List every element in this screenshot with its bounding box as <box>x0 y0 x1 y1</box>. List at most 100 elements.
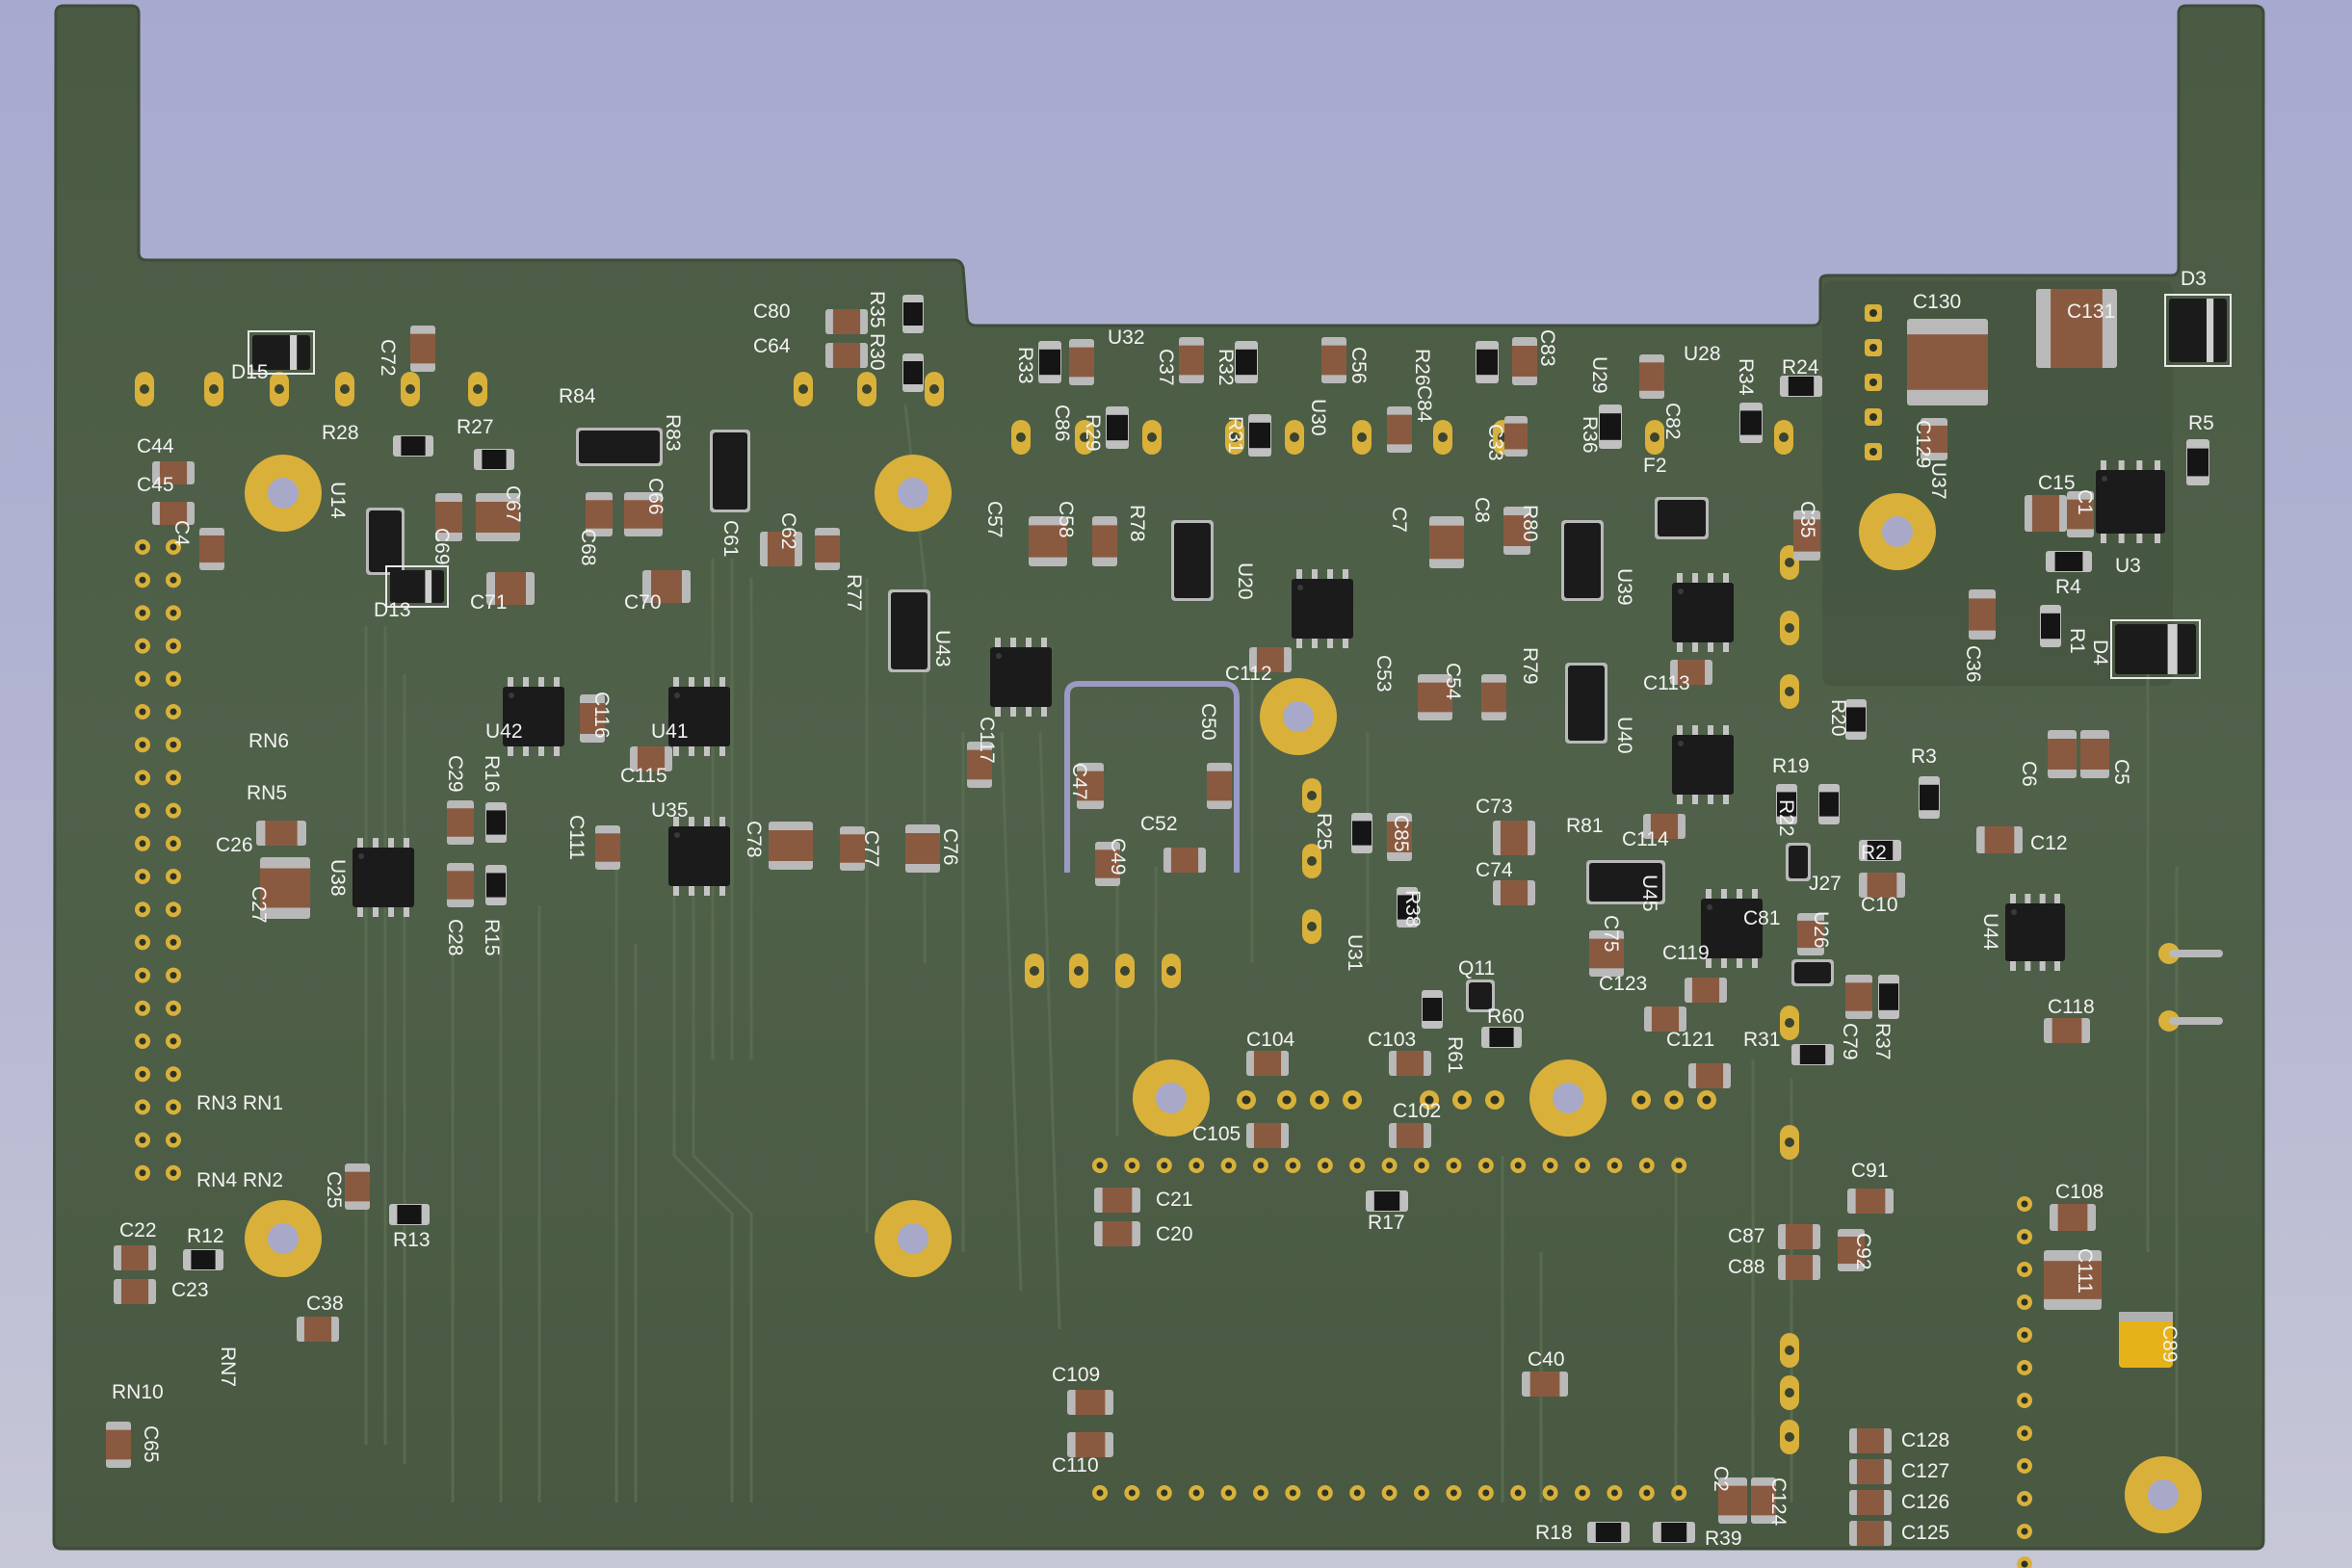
silk-label: D3 <box>2181 268 2207 290</box>
silk-label: C49 <box>1107 838 1129 875</box>
silk-label: D4 <box>2089 640 2111 666</box>
silk-label: U43 <box>931 630 954 667</box>
silk-label: R38 <box>1401 890 1424 928</box>
silk-label: R29 <box>1082 414 1104 452</box>
silk-label: U39 <box>1613 568 1635 606</box>
component-c62 <box>815 528 840 570</box>
silk-label: U14 <box>327 482 349 519</box>
silk-label: R35 <box>866 291 888 328</box>
component-f2 <box>1655 497 1709 539</box>
component-c23 <box>114 1279 156 1304</box>
silk-label: C12 <box>2030 832 2068 854</box>
component-d4 <box>2110 619 2201 679</box>
component-c20 <box>1094 1221 1140 1246</box>
silk-label: R80 <box>1519 505 1541 542</box>
component-c4 <box>199 528 224 570</box>
silk-label: C61 <box>719 520 742 558</box>
silk-label: C4 <box>170 520 193 546</box>
silk-label: R33 <box>1014 347 1036 384</box>
component-c76 <box>905 824 940 873</box>
component-c130 <box>1907 319 1988 405</box>
silk-label: C6 <box>2018 761 2040 787</box>
silk-label: RN1 <box>243 1092 283 1114</box>
component-u26 <box>1791 959 1834 986</box>
silk-label: C124 <box>1767 1477 1790 1527</box>
component-c103 <box>1389 1051 1431 1076</box>
silk-label: R83 <box>662 414 684 452</box>
component-r24 <box>1780 376 1822 397</box>
silk-label: U40 <box>1613 717 1635 754</box>
silk-label: C29 <box>444 755 466 793</box>
silk-label: C20 <box>1156 1223 1193 1245</box>
silk-label: U29 <box>1588 356 1610 394</box>
silk-label: R4 <box>2055 576 2081 598</box>
pcb-render[interactable]: D15 C72 C44 C45 C4 R28 R27 U14 C69 C67 D13 C71 R84 C6… <box>0 0 2352 1568</box>
component-c56 <box>1321 337 1346 383</box>
silk-label: C37 <box>1155 349 1177 386</box>
component-c127 <box>1849 1459 1892 1484</box>
silk-label: R60 <box>1487 1006 1525 1028</box>
component-c22 <box>114 1245 156 1270</box>
component-r3 <box>1919 776 1940 819</box>
component-r22 <box>1818 784 1840 824</box>
component-u39 <box>1672 573 1734 652</box>
silk-label: R61 <box>1444 1036 1466 1074</box>
pcb-viewport[interactable]: D15 C72 C44 C45 C4 R28 R27 U14 C69 C67 D13 C71 R84 C6… <box>0 0 2352 1568</box>
silk-label: C10 <box>1861 894 1898 916</box>
component-c102 <box>1389 1123 1431 1148</box>
silk-label: C62 <box>777 512 799 550</box>
silk-label: C67 <box>502 485 524 523</box>
silk-label: C78 <box>743 821 765 858</box>
silk-label: C109 <box>1052 1364 1100 1386</box>
component-u20 <box>1292 569 1353 648</box>
silk-label: J27 <box>1809 873 1842 895</box>
component-c37 <box>1179 337 1204 383</box>
silk-label: C74 <box>1476 859 1513 881</box>
silk-label: R84 <box>559 385 596 407</box>
silk-label: R31 <box>1224 416 1246 454</box>
silk-label: C91 <box>1851 1160 1889 1182</box>
component-c121 <box>1688 1063 1731 1088</box>
silk-label: R39 <box>1705 1528 1742 1550</box>
silk-label: C76 <box>939 828 961 866</box>
silk-label: C130 <box>1913 291 1961 313</box>
silk-label: R1 <box>2066 628 2088 654</box>
component-c54 <box>1481 674 1506 720</box>
silk-label: C79 <box>1839 1023 1861 1060</box>
component-c25 <box>345 1163 370 1210</box>
silk-label: R78 <box>1126 505 1148 542</box>
component-c29 <box>447 800 474 845</box>
component-c7 <box>1429 516 1464 568</box>
silk-label: R36 <box>1579 416 1601 454</box>
silk-label: C82 <box>1661 403 1684 440</box>
silk-label: C8 <box>1471 497 1493 523</box>
component-c83 <box>1512 337 1537 385</box>
silk-label: R19 <box>1772 755 1810 777</box>
silk-label: C64 <box>753 335 791 357</box>
silk-label: C108 <box>2055 1181 2104 1203</box>
component-c78 <box>769 822 813 870</box>
silk-label: C28 <box>444 919 466 956</box>
component-c111 <box>595 825 620 870</box>
component-c79 <box>1845 975 1872 1019</box>
component-c128 <box>1849 1428 1892 1453</box>
component-c15 <box>2025 495 2067 532</box>
component-r5 <box>2186 439 2209 485</box>
silk-label: C7 <box>1388 507 1410 533</box>
silk-label: C26 <box>216 834 253 856</box>
component-r34 <box>1739 403 1763 443</box>
silk-label: U32 <box>1108 327 1145 349</box>
silk-label: R32 <box>1215 349 1237 386</box>
component-c52 <box>1163 848 1206 873</box>
component-r32 <box>1235 341 1258 383</box>
silk-label: R5 <box>2188 412 2214 434</box>
silk-label: C71 <box>470 591 508 614</box>
silk-label: C21 <box>1156 1189 1193 1211</box>
silk-label: U26 <box>1810 911 1832 949</box>
component-r78 <box>1171 520 1214 601</box>
component-r27 <box>474 449 514 470</box>
component-c104 <box>1246 1051 1289 1076</box>
silk-label: R16 <box>481 755 503 793</box>
silk-label: C114 <box>1622 828 1669 850</box>
silk-label: R25 <box>1313 813 1335 850</box>
